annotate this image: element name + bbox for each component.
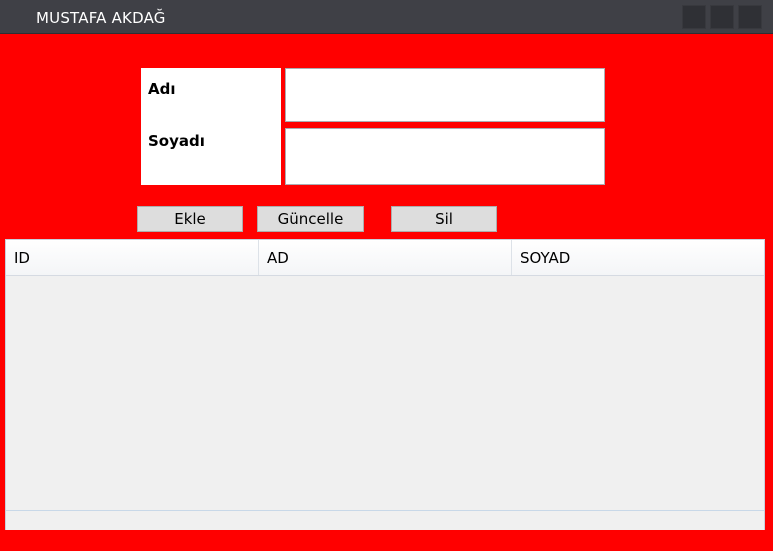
first-name-input[interactable] xyxy=(285,68,605,122)
column-header-soyad[interactable]: SOYAD xyxy=(512,240,764,275)
labels-panel: Adı Soyadı xyxy=(141,68,281,185)
delete-button[interactable]: Sil xyxy=(391,206,497,232)
maximize-button[interactable] xyxy=(710,5,734,29)
update-button[interactable]: Güncelle xyxy=(257,206,364,232)
close-button[interactable] xyxy=(738,5,762,29)
window-title: MUSTAFA AKDAĞ xyxy=(36,9,166,27)
last-name-input[interactable] xyxy=(285,128,605,185)
minimize-button[interactable] xyxy=(682,5,706,29)
data-grid[interactable]: ID AD SOYAD xyxy=(5,239,765,530)
add-button[interactable]: Ekle xyxy=(137,206,243,232)
grid-header: ID AD SOYAD xyxy=(6,240,764,276)
last-name-label: Soyadı xyxy=(148,132,205,150)
first-name-label: Adı xyxy=(148,80,176,98)
grid-footer-row xyxy=(6,510,764,530)
column-header-ad[interactable]: AD xyxy=(259,240,512,275)
main-window: MUSTAFA AKDAĞ Adı Soyadı Ekle Güncelle S… xyxy=(0,0,773,551)
title-bar[interactable]: MUSTAFA AKDAĞ xyxy=(0,0,773,34)
column-header-id[interactable]: ID xyxy=(6,240,259,275)
